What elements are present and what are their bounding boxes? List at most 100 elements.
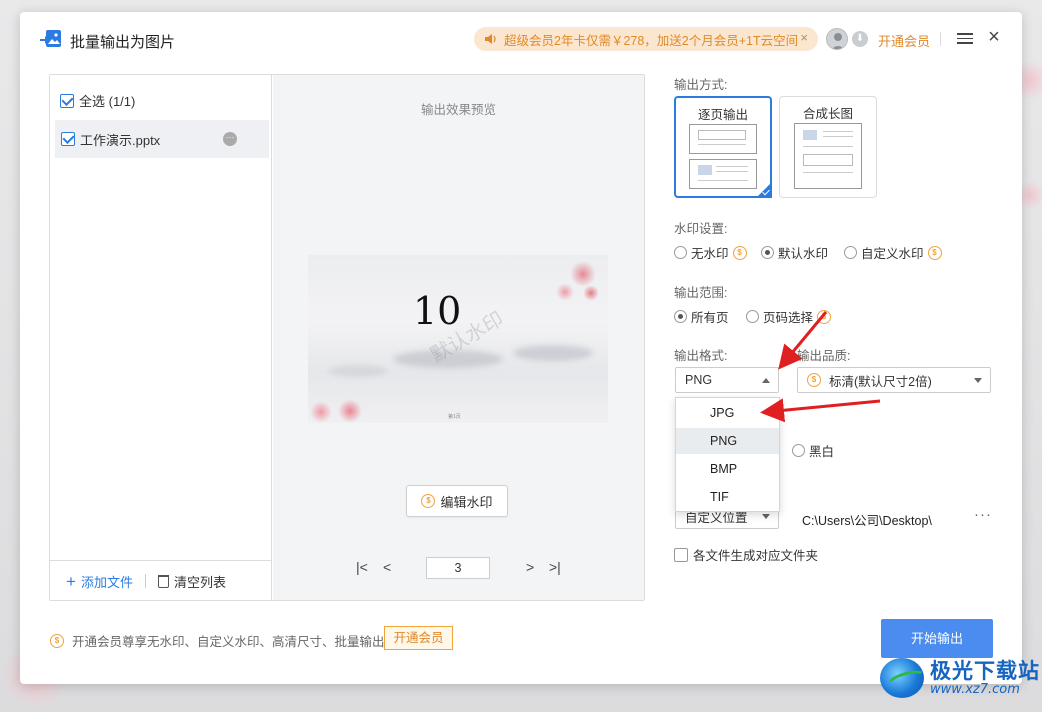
mode-per-page-label: 逐页输出 xyxy=(697,108,748,122)
output-mode-label: 输出方式: xyxy=(674,78,728,92)
watermark-default-option[interactable]: 默认水印 xyxy=(761,243,828,262)
watermark-default-label: 默认水印 xyxy=(778,247,829,261)
format-option-png[interactable]: PNG xyxy=(676,428,779,454)
watermark-custom-option[interactable]: 自定义水印 $ xyxy=(844,243,942,262)
slide-decoration xyxy=(556,283,574,301)
slide-decoration xyxy=(338,399,362,423)
close-button[interactable]: × xyxy=(984,27,1004,47)
slide-decoration xyxy=(310,401,332,423)
vip-note: $ 开通会员尊享无水印、自定义水印、高清尺寸、批量输出 xyxy=(50,631,385,650)
avatar-image-icon xyxy=(831,33,845,49)
plus-icon: + xyxy=(66,571,76,591)
long-image-icon xyxy=(794,123,862,189)
slide-decoration xyxy=(583,285,599,301)
brand-text: 极光下载站 www.xz7.com xyxy=(930,660,1040,697)
checkbox-icon[interactable] xyxy=(61,132,75,146)
page-thumb-icon xyxy=(689,159,757,189)
open-vip-button[interactable]: 开通会员 xyxy=(384,626,453,650)
radio-button[interactable] xyxy=(674,310,687,323)
range-select-option[interactable]: 页码选择 $ xyxy=(746,307,832,326)
pager: |< < 3 > >| xyxy=(273,557,644,579)
first-page-button[interactable]: |< xyxy=(356,559,368,575)
prev-page-button[interactable]: < xyxy=(383,559,391,575)
promo-banner[interactable]: 超级会员2年卡仅需￥278，加送2个月会员+1T云空间 × xyxy=(474,27,818,51)
mode-per-page[interactable]: 逐页输出 xyxy=(674,96,772,198)
folder-per-file-checkbox[interactable]: 各文件生成对应文件夹 xyxy=(674,545,818,564)
save-path: C:\Users\公司\Desktop\ xyxy=(802,514,932,528)
coin-icon: $ xyxy=(421,494,436,508)
output-quality-label: 输出品质: xyxy=(797,349,851,363)
radio-button[interactable] xyxy=(792,444,805,457)
format-option-tif[interactable]: TIF xyxy=(676,484,779,510)
image-export-icon xyxy=(40,30,61,47)
last-page-button[interactable]: >| xyxy=(549,559,561,575)
radio-button[interactable] xyxy=(844,246,857,259)
promo-close-button[interactable]: × xyxy=(800,30,808,45)
format-select-value: PNG xyxy=(685,373,713,387)
preview-title: 输出效果预览 xyxy=(420,103,496,117)
preview-panel: 输出效果预览 10 默认水印 第1页 $ 编辑水印 |< < 3 > >| xyxy=(273,75,644,600)
coin-icon: $ xyxy=(732,245,747,260)
selected-check-icon xyxy=(756,182,772,198)
quality-select-value: 标清(默认尺寸2倍) xyxy=(829,374,932,389)
page-number-input[interactable]: 3 xyxy=(426,557,490,579)
radio-button[interactable] xyxy=(674,246,687,259)
watermark-none-label: 无水印 xyxy=(691,247,729,261)
range-all-label: 所有页 xyxy=(691,311,729,325)
edit-watermark-button[interactable]: $ 编辑水印 xyxy=(406,485,508,517)
divider xyxy=(144,574,146,588)
clear-list-button[interactable]: 清空列表 xyxy=(157,572,226,591)
open-vip-link[interactable]: 开通会员 xyxy=(878,31,930,50)
radio-button[interactable] xyxy=(761,246,774,259)
coin-icon: $ xyxy=(927,245,942,260)
browse-path-button[interactable]: ··· xyxy=(974,506,992,523)
output-format-label: 输出格式: xyxy=(674,349,728,363)
next-page-button[interactable]: > xyxy=(526,559,534,575)
mode-long-image[interactable]: 合成长图 xyxy=(779,96,877,198)
avatar[interactable] xyxy=(826,28,848,50)
color-bw-option[interactable]: 黑白 xyxy=(792,441,834,460)
coin-icon: $ xyxy=(807,373,821,387)
select-all-label: 全选 (1/1) xyxy=(79,94,136,109)
file-list-panel: 全选 (1/1) 工作演示.pptx ··· + 添加文件 清空列表 xyxy=(50,75,272,600)
format-select[interactable]: PNG xyxy=(675,367,779,393)
more-icon[interactable]: ··· xyxy=(223,132,237,146)
mode-long-image-label: 合成长图 xyxy=(802,107,853,121)
coin-icon: $ xyxy=(817,309,832,324)
slide-decoration xyxy=(513,345,593,361)
format-option-bmp[interactable]: BMP xyxy=(676,456,779,482)
title-bar: 批量输出为图片 超级会员2年卡仅需￥278，加送2个月会员+1T云空间 × ⬇ … xyxy=(20,12,1022,66)
range-all-option[interactable]: 所有页 xyxy=(674,307,729,326)
color-bw-label: 黑白 xyxy=(809,445,835,459)
watermark-custom-label: 自定义水印 xyxy=(861,247,924,261)
cloud-download-icon: ⬇ xyxy=(852,31,868,47)
quality-select[interactable]: $ 标清(默认尺寸2倍) xyxy=(797,367,991,393)
select-all-checkbox[interactable]: 全选 (1/1) xyxy=(60,91,135,110)
list-item[interactable]: 工作演示.pptx ··· xyxy=(55,120,269,158)
file-name: 工作演示.pptx xyxy=(80,132,161,148)
watermark-none-option[interactable]: 无水印 $ xyxy=(674,243,747,262)
checkbox-icon xyxy=(60,93,74,108)
format-option-jpg[interactable]: JPG xyxy=(676,400,779,426)
brand-url: www.xz7.com xyxy=(930,681,1020,697)
hamburger-icon[interactable] xyxy=(957,30,973,46)
dialog-title: 批量输出为图片 xyxy=(70,34,176,51)
start-output-button[interactable]: 开始输出 xyxy=(881,619,993,658)
brand-logo: 极光下载站 www.xz7.com xyxy=(880,658,1040,698)
slide-preview: 10 默认水印 第1页 xyxy=(308,255,608,423)
folder-per-file-label: 各文件生成对应文件夹 xyxy=(693,549,819,563)
content-frame: 全选 (1/1) 工作演示.pptx ··· + 添加文件 清空列表 输出效果预… xyxy=(49,74,645,601)
speaker-icon xyxy=(485,34,496,44)
slide-decoration xyxy=(570,261,596,287)
export-dialog: 批量输出为图片 超级会员2年卡仅需￥278，加送2个月会员+1T云空间 × ⬇ … xyxy=(20,12,1022,684)
coin-icon: $ xyxy=(50,633,64,648)
chevron-down-icon xyxy=(974,378,982,383)
brand-name: 极光下载站 xyxy=(930,658,1040,683)
vip-note-text: 开通会员尊享无水印、自定义水印、高清尺寸、批量输出 xyxy=(72,635,385,649)
radio-button[interactable] xyxy=(746,310,759,323)
slide-decoration xyxy=(328,365,388,377)
clear-list-label: 清空列表 xyxy=(173,574,226,590)
trash-icon xyxy=(157,574,169,588)
divider xyxy=(940,32,941,46)
add-file-button[interactable]: + 添加文件 xyxy=(66,572,133,591)
